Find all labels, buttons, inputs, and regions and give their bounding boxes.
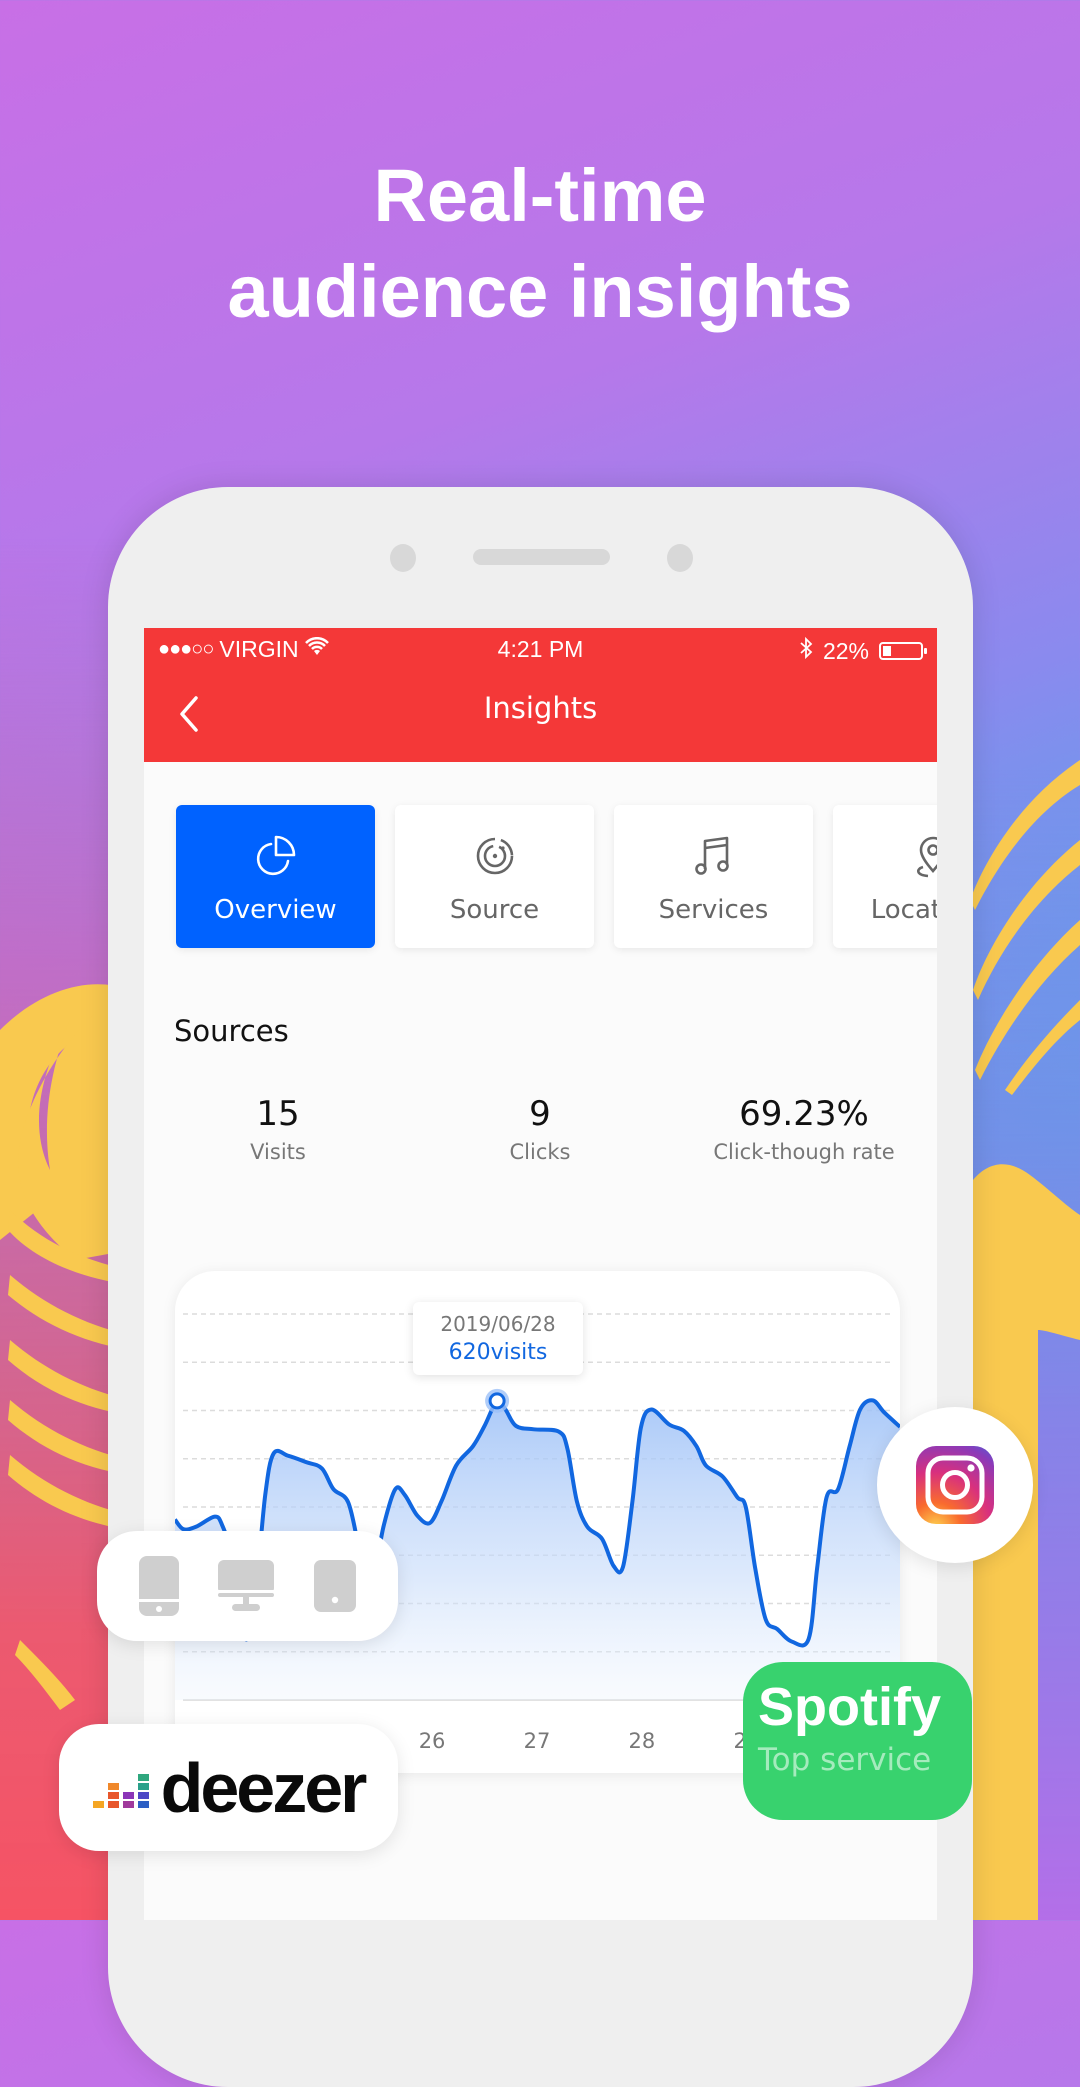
disc-icon [476, 837, 513, 875]
stat-value: 69.23% [739, 1094, 869, 1134]
phone-sensor [667, 544, 693, 572]
desktop-icon[interactable] [218, 1560, 275, 1612]
deezer-badge: deezer [59, 1724, 398, 1851]
section-title: Sources [174, 1014, 289, 1048]
x-tick-label: 28 [629, 1729, 656, 1753]
headline-line-2: audience insights [227, 250, 853, 333]
chart-tooltip: 2019/06/28 620visits [413, 1302, 583, 1375]
pie-chart-icon [256, 835, 295, 876]
x-tick-label: 27 [524, 1729, 551, 1753]
deezer-wordmark: deezer [160, 1748, 368, 1827]
battery-level [883, 646, 891, 656]
stat-ctr: 69.23% Click-though rate [674, 1094, 934, 1164]
status-right: 22% [799, 636, 927, 666]
spotify-title: Spotify [758, 1677, 941, 1737]
phone-icon[interactable] [138, 1556, 179, 1616]
tablet-icon[interactable] [314, 1560, 357, 1612]
tab-bar: Overview Source Services Locations [176, 805, 937, 948]
stat-label: Visits [250, 1140, 306, 1164]
tooltip-value: 620visits [448, 1340, 548, 1365]
instagram-badge [877, 1407, 1033, 1563]
tab-locations[interactable]: Locations [833, 805, 937, 948]
battery-percent: 22% [822, 637, 869, 664]
tab-source[interactable]: Source [395, 805, 594, 948]
x-tick-label: 26 [419, 1729, 446, 1753]
deco-stroke-left-6 [15, 1640, 75, 1710]
spotify-badge: Spotify Top service [743, 1662, 972, 1820]
stat-value: 9 [529, 1094, 551, 1134]
headline: Real-time audience insights [0, 148, 1080, 340]
deezer-equalizer-icon [92, 1773, 149, 1808]
tab-overview[interactable]: Overview [176, 805, 375, 948]
stat-label: Click-though rate [713, 1140, 895, 1164]
stat-clicks: 9 Clicks [410, 1094, 670, 1164]
header-bar: ●●●○○ VIRGIN 4:21 PM 22% Insights [144, 628, 937, 762]
spotify-subtitle: Top service [758, 1742, 932, 1778]
headline-line-1: Real-time [373, 154, 707, 237]
page-title: Insights [483, 691, 598, 725]
device-filter-card [97, 1531, 398, 1641]
stat-visits: 15 Visits [148, 1094, 408, 1164]
phone-camera [390, 544, 416, 572]
tab-label: Overview [214, 895, 337, 925]
highlight-point[interactable] [488, 1392, 506, 1410]
instagram-icon [916, 1446, 994, 1524]
stat-value: 15 [256, 1094, 300, 1134]
tab-label: Source [449, 895, 540, 925]
deco-arc-right-3 [975, 920, 1080, 1080]
deco-arc-right-1 [970, 760, 1080, 910]
tab-label: Locations [870, 895, 937, 925]
tab-services[interactable]: Services [614, 805, 813, 948]
location-pin-icon [916, 836, 937, 878]
tooltip-date: 2019/06/28 [440, 1312, 556, 1336]
music-note-icon [694, 836, 729, 875]
tab-label: Services [658, 895, 769, 925]
battery-icon [879, 642, 927, 660]
phone-speaker [473, 549, 610, 565]
bluetooth-icon [799, 636, 813, 666]
stat-label: Clicks [509, 1140, 571, 1164]
